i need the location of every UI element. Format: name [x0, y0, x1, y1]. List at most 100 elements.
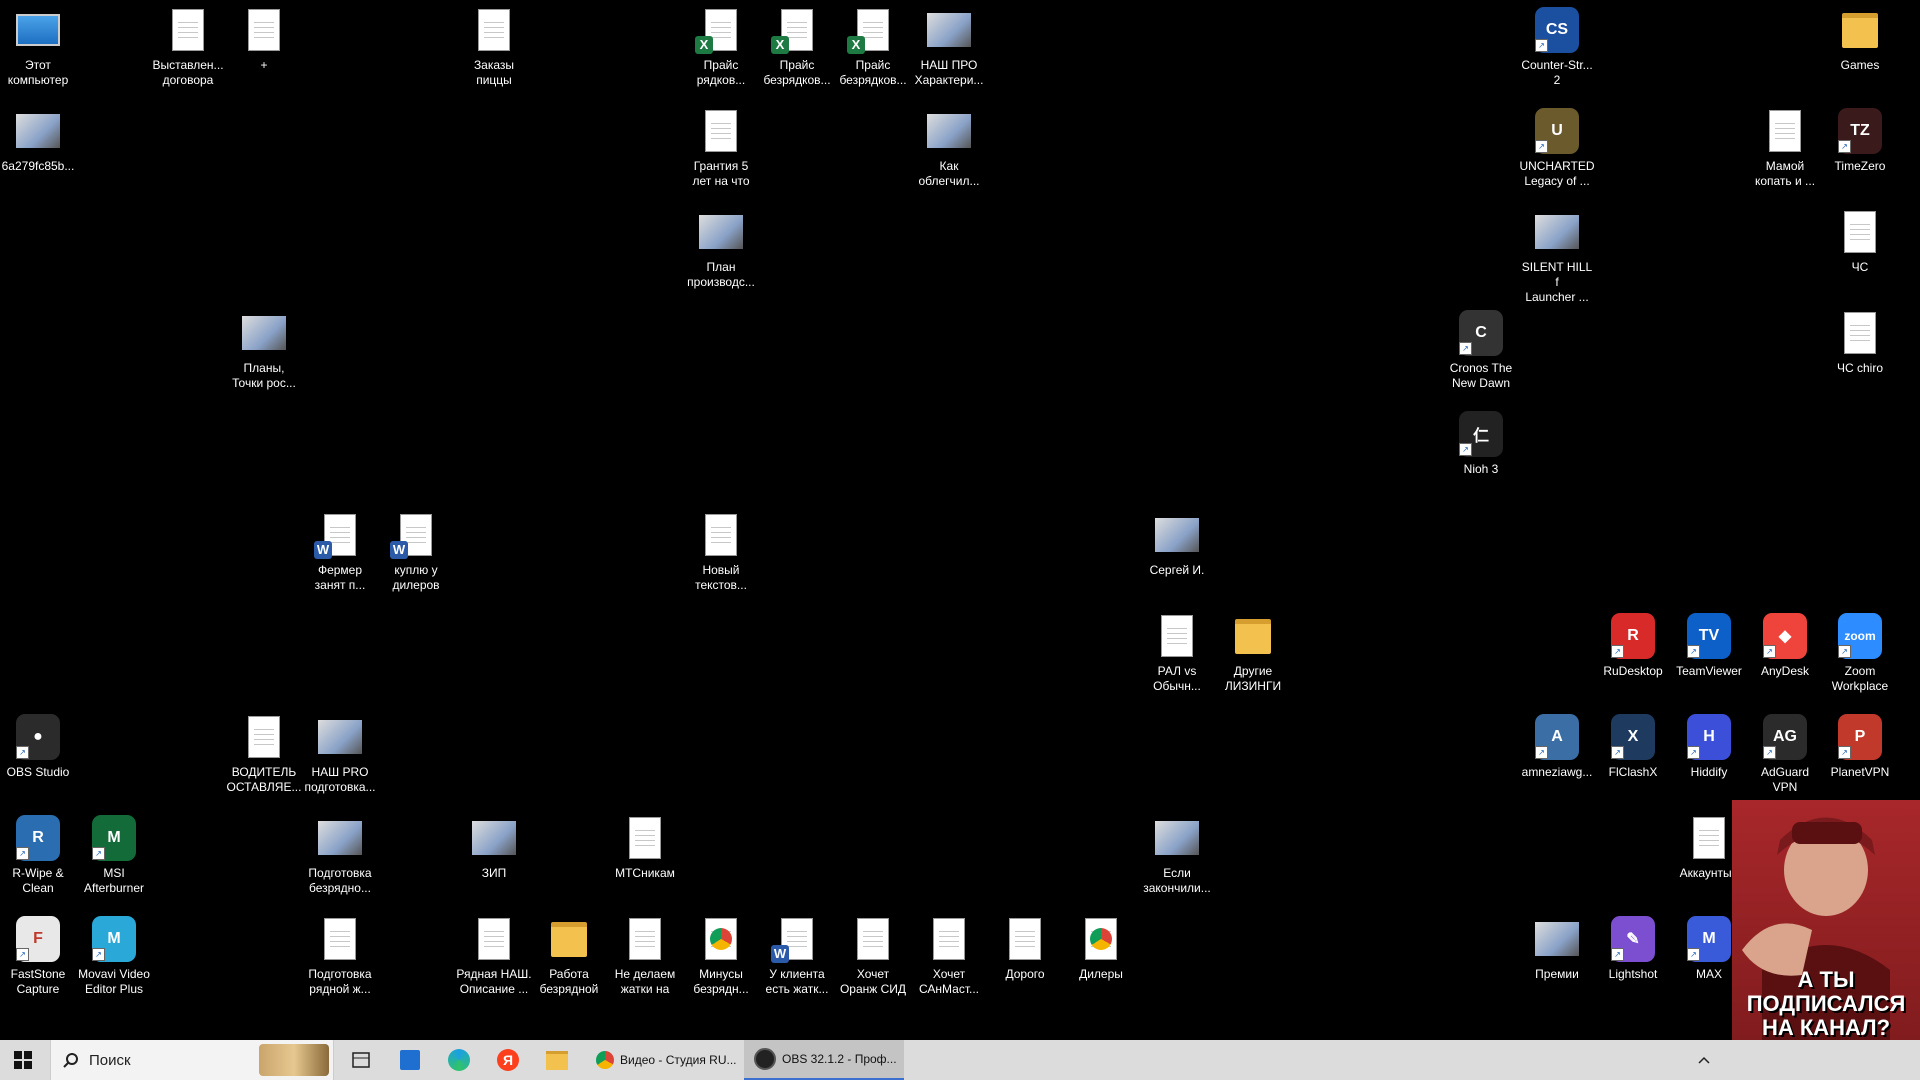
- desktop-icon-sergey[interactable]: Сергей И.: [1139, 513, 1215, 578]
- start-button[interactable]: [0, 1040, 46, 1080]
- desktop-icon-price-bez2[interactable]: X Прайс безрядков...: [835, 8, 911, 88]
- desktop-icon-esli[interactable]: Если закончили...: [1139, 816, 1215, 896]
- desktop-icon-rwipe[interactable]: R ↗ R-Wipe & Clean: [0, 815, 76, 896]
- desktop-icon-nash-pro-podg[interactable]: НАШ PRO подготовка...: [302, 715, 378, 795]
- app-icon: TZ ↗: [1838, 108, 1882, 154]
- tray-overflow-button[interactable]: [1694, 1040, 1714, 1080]
- desktop-icon-kak-oblegch[interactable]: Как облегчил...: [911, 109, 987, 189]
- desktop-icon-label: Сергей И.: [1149, 563, 1205, 577]
- desktop-icon-price-ryadk[interactable]: X Прайс рядков...: [683, 8, 759, 88]
- desktop-icon-adguard[interactable]: AG ↗ AdGuard VPN: [1747, 714, 1823, 795]
- desktop-icon-faststone[interactable]: F ↗ FastStone Capture: [0, 916, 76, 997]
- desktop-icon-img-6a[interactable]: 6a279fc85b...: [0, 109, 76, 174]
- desktop-icon-label: Как облегчил...: [918, 159, 980, 188]
- desktop-icon-plus[interactable]: +: [226, 8, 302, 73]
- app-icon: U ↗: [1535, 108, 1579, 154]
- desktop-icon-mts[interactable]: МТСникам: [607, 816, 683, 881]
- desktop-icon-vystavlen[interactable]: Выставлен... договора: [150, 8, 226, 88]
- desktop-icon-rudesktop[interactable]: R ↗ RuDesktop: [1595, 613, 1671, 679]
- desktop-icon-silent-hill[interactable]: SILENT HILL f Launcher ...: [1519, 210, 1595, 305]
- desktop-icon-lightshot[interactable]: ✎ ↗ Lightshot: [1595, 916, 1671, 982]
- desktop-icon-cronos[interactable]: C ↗ Cronos The New Dawn: [1443, 310, 1519, 391]
- taskbar-edge[interactable]: [441, 1040, 477, 1080]
- obs-icon: [754, 1048, 776, 1070]
- desktop-icon-voditel[interactable]: ВОДИТЕЛЬ ОСТАВЛЯЕ...: [226, 715, 302, 795]
- desktop-icon-this-pc[interactable]: Этот компьютер: [0, 8, 76, 88]
- desktop-icon-podg-ryad[interactable]: Подготовка рядной ж...: [302, 917, 378, 997]
- desktop-icon-price-bez1[interactable]: X Прайс безрядков...: [759, 8, 835, 88]
- desktop-icon-label: FlClashX: [1608, 765, 1658, 779]
- text-document-icon: [242, 8, 286, 52]
- desktop-icon-kuplyu[interactable]: Wкуплю у дилеров: [378, 513, 454, 593]
- desktop-icon-uncharted[interactable]: U ↗ UNCHARTED Legacy of ...: [1519, 108, 1595, 189]
- desktop-icon-pizza[interactable]: Заказы пиццы: [456, 8, 532, 88]
- desktop-icon-dorogo[interactable]: Дорого: [987, 917, 1063, 982]
- yandex-icon: Я: [497, 1049, 519, 1071]
- desktop-icon-chs-chiro[interactable]: ЧС chiro: [1822, 311, 1898, 376]
- desktop-icon-fermer[interactable]: W Фермер занят п...: [302, 513, 378, 593]
- desktop-icon-ne-delaem[interactable]: Не делаем жатки на: [607, 917, 683, 997]
- desktop-icon-zip[interactable]: ЗИП: [456, 816, 532, 881]
- desktop-icon-planetvpn[interactable]: P ↗ PlanetVPN: [1822, 714, 1898, 780]
- desktop-icon-minusy[interactable]: Минусы безрядн...: [683, 917, 759, 997]
- app-icon: AG ↗: [1763, 714, 1807, 760]
- desktop-icon-nioh[interactable]: 仁 ↗ Nioh 3: [1443, 411, 1519, 477]
- task-chrome-video[interactable]: Видео - Студия RU...: [586, 1040, 738, 1080]
- desktop-icon-label: Cronos The New Dawn: [1449, 361, 1513, 390]
- taskbar-yandex[interactable]: Я: [490, 1040, 526, 1080]
- taskbar-explorer[interactable]: [539, 1040, 575, 1080]
- desktop-icon-movavi[interactable]: M ↗ Movavi Video Editor Plus: [76, 916, 152, 997]
- desktop-icon-plany[interactable]: Планы, Точки рос...: [226, 311, 302, 391]
- desktop-icon-drugie[interactable]: Другие ЛИЗИНГИ: [1215, 614, 1291, 694]
- word-document-icon: W: [314, 513, 362, 559]
- desktop-icon-plan-proizv[interactable]: План производс...: [683, 210, 759, 290]
- desktop-icon-mamoy[interactable]: Мамой копать и ...: [1747, 109, 1823, 189]
- desktop-icon-anydesk[interactable]: ◆ ↗ AnyDesk: [1747, 613, 1823, 679]
- desktop-icon-podg-bezr[interactable]: Подготовка безрядно...: [302, 816, 378, 896]
- desktop-icon-rabota[interactable]: Работа безрядной: [531, 917, 607, 997]
- desktop-icon-counter-strike[interactable]: CS ↗ Counter-Str... 2: [1519, 7, 1595, 88]
- app-icon: M ↗: [1687, 916, 1731, 962]
- desktop-icon-timezero[interactable]: TZ ↗ TimeZero: [1822, 108, 1898, 174]
- desktop-icon-amnezia[interactable]: A ↗ amneziawg...: [1519, 714, 1595, 780]
- app-icon: TV ↗: [1687, 613, 1731, 659]
- search-box[interactable]: Поиск: [50, 1040, 334, 1080]
- desktop: Этот компьютер Выставлен... договора + Зака…: [0, 0, 1920, 1040]
- desktop-icon-noviy-txt[interactable]: Новый текстов...: [683, 513, 759, 593]
- desktop-icon-label: UNCHARTED Legacy of ...: [1519, 159, 1595, 188]
- desktop-icon-ryadnaya[interactable]: Рядная НАШ. Описание ...: [456, 917, 532, 997]
- desktop-icon-hiddify[interactable]: H ↗ Hiddify: [1671, 714, 1747, 780]
- desktop-icon-obs[interactable]: ● ↗ OBS Studio: [0, 714, 76, 780]
- desktop-icon-games[interactable]: Games: [1822, 8, 1898, 73]
- app-icon: X ↗: [1611, 714, 1655, 760]
- desktop-icon-chs[interactable]: ЧС: [1822, 210, 1898, 275]
- task-view-button[interactable]: [344, 1040, 378, 1080]
- desktop-icon-zoom[interactable]: zoom ↗ Zoom Workplace: [1822, 613, 1898, 694]
- desktop-icon-ral[interactable]: РАЛ vs Обычн...: [1139, 614, 1215, 694]
- desktop-icon-label: НАШ PRO подготовка...: [304, 765, 376, 794]
- desktop-icon-sanmast[interactable]: Хочет САнМаст...: [911, 917, 987, 997]
- folder-icon: [1231, 614, 1275, 658]
- desktop-icon-label: Новый текстов...: [695, 563, 747, 592]
- desktop-icon-teamviewer[interactable]: TV ↗ TeamViewer: [1671, 613, 1747, 679]
- desktop-icon-dilery[interactable]: Дилеры: [1063, 917, 1139, 982]
- desktop-icon-u-klienta[interactable]: W У клиента есть жатк...: [759, 917, 835, 997]
- desktop-icon-flclashx[interactable]: X ↗ FlClashX: [1595, 714, 1671, 780]
- desktop-icon-msi[interactable]: M ↗ MSI Afterburner: [76, 815, 152, 896]
- task-obs[interactable]: OBS 32.1.2 - Проф...: [744, 1040, 904, 1080]
- desktop-icon-oranzh[interactable]: Хочет Оранж СИД: [835, 917, 911, 997]
- app-icon: P ↗: [1838, 714, 1882, 760]
- text-document-icon: [1838, 311, 1882, 355]
- desktop-icon-premii[interactable]: Премии: [1519, 917, 1595, 982]
- taskbar-store[interactable]: [392, 1040, 428, 1080]
- edge-icon: [448, 1049, 470, 1071]
- image-thumbnail-icon: [318, 816, 362, 860]
- search-placeholder: Поиск: [89, 1051, 131, 1069]
- desktop-icon-label: Games: [1840, 58, 1880, 72]
- desktop-icon-nash-pro-har[interactable]: НАШ ПРО Характери...: [911, 8, 987, 88]
- text-document-icon: [1838, 210, 1882, 254]
- desktop-icon-garantiya[interactable]: Грантия 5 лет на что: [683, 109, 759, 189]
- text-document-icon: [472, 917, 516, 961]
- text-document-icon: [1763, 109, 1807, 153]
- text-document-icon: [699, 513, 743, 557]
